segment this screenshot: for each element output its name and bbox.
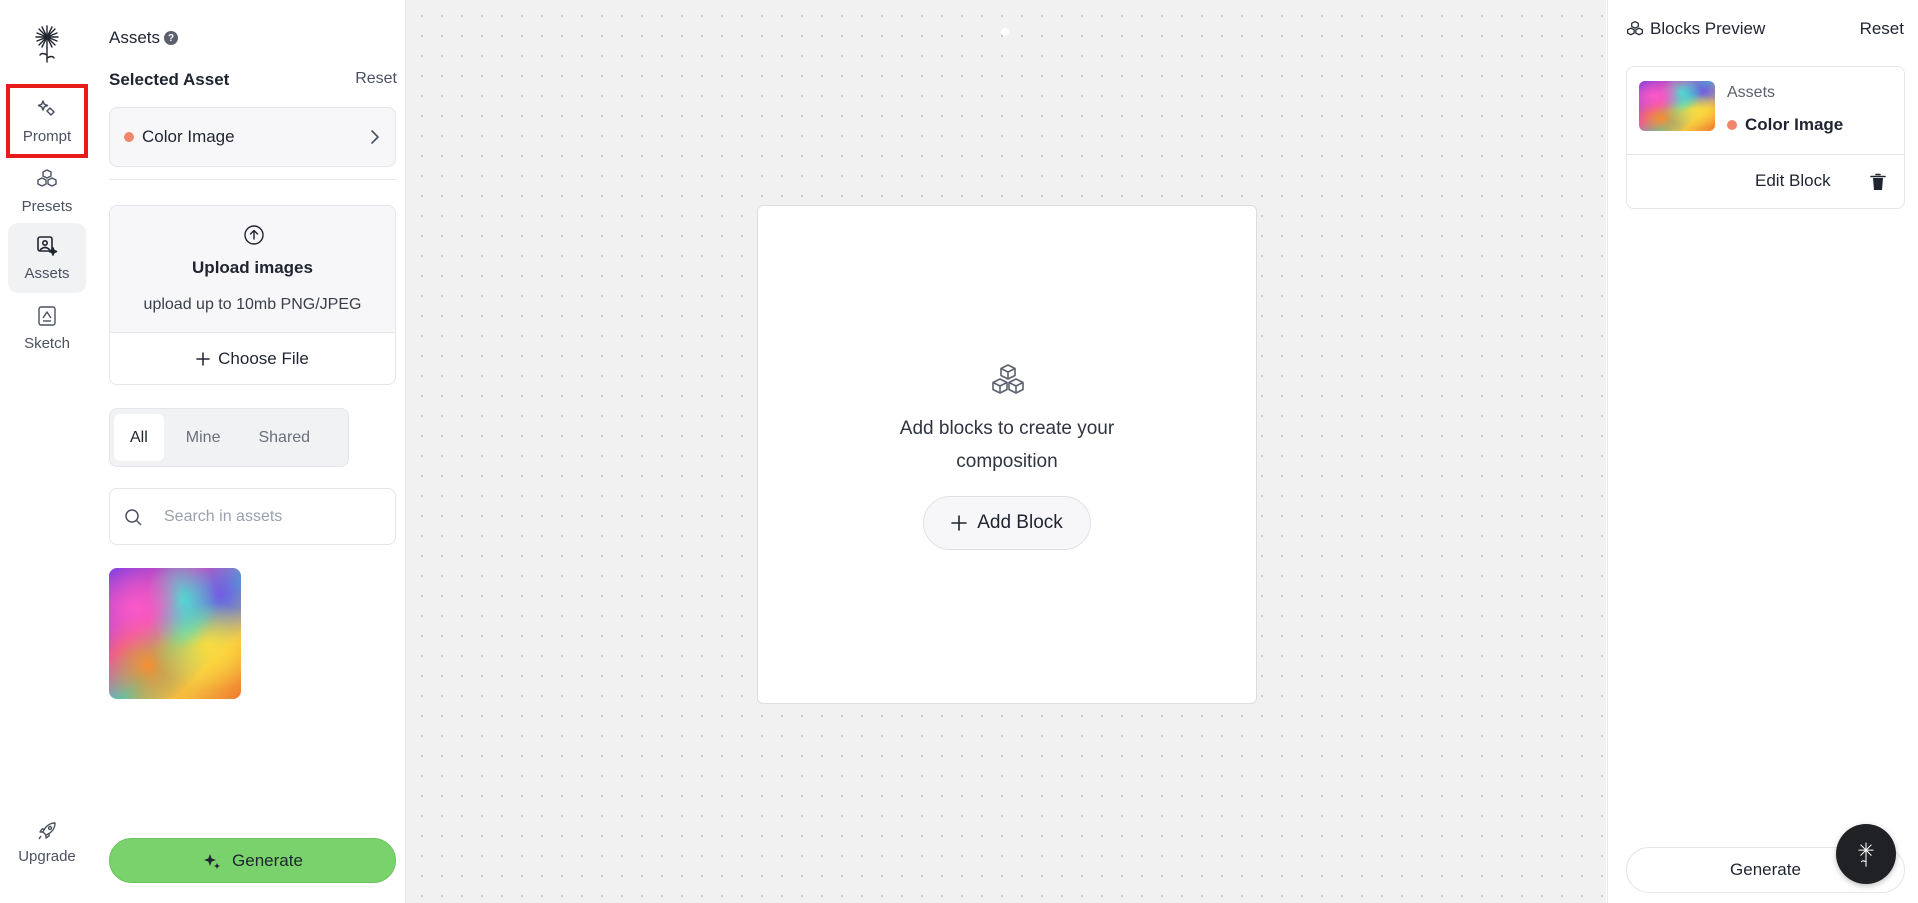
selected-asset-name: Color Image (142, 127, 235, 146)
panel-title-text: Assets (109, 28, 161, 47)
tab-all[interactable]: All (114, 414, 164, 461)
asset-thumbnail[interactable] (109, 568, 241, 699)
composition-frame[interactable]: Add blocks to create your composition Ad… (757, 205, 1257, 704)
image-sparkle-icon (37, 235, 58, 256)
chevron-right-icon (371, 130, 379, 144)
asset-status-dot (1727, 120, 1737, 130)
search-input[interactable] (164, 507, 381, 526)
edit-block-button[interactable]: Edit Block (1755, 171, 1831, 191)
help-icon[interactable]: ? (164, 31, 179, 45)
upgrade-label: Upgrade (18, 848, 76, 865)
upload-dropzone[interactable]: Upload images upload up to 10mb PNG/JPEG… (109, 205, 396, 385)
rail-label-assets: Assets (24, 264, 70, 282)
sparkles-icon (204, 853, 221, 869)
asset-search (109, 488, 396, 545)
blocks-preview-header: Blocks Preview (1626, 19, 1765, 39)
rocket-icon (38, 822, 56, 840)
generate-preview-label: Generate (1730, 860, 1801, 879)
brand-logo-icon (1858, 842, 1874, 867)
block-name-row: Color Image (1727, 115, 1843, 135)
assets-panel: Assets ? Selected Asset Reset Color Imag… (95, 0, 406, 903)
icon-rail: Prompt Presets Assets Sketch Upgrade (0, 0, 95, 903)
asset-status-dot (124, 132, 134, 142)
sparkle-wand-icon (37, 99, 55, 116)
rail-item-assets[interactable]: Assets (8, 223, 86, 293)
blocks-preview-panel: Blocks Preview Reset Assets Color Image … (1607, 0, 1918, 903)
composition-canvas[interactable]: Add blocks to create your composition Ad… (406, 0, 1622, 903)
block-category: Assets (1727, 84, 1776, 101)
add-block-label: Add Block (977, 512, 1063, 533)
rail-item-prompt[interactable]: Prompt (6, 84, 88, 158)
reset-blocks-button[interactable]: Reset (1860, 19, 1904, 39)
search-icon (125, 508, 142, 525)
block-thumbnail (1639, 81, 1715, 131)
rail-label-prompt: Prompt (22, 127, 72, 145)
sketch-icon (38, 305, 56, 326)
choose-file-label: Choose File (218, 348, 309, 368)
plus-icon (951, 515, 968, 531)
block-card-body[interactable]: Assets Color Image (1627, 67, 1904, 155)
assistant-fab[interactable] (1836, 824, 1896, 884)
block-card: Assets Color Image Edit Block (1626, 66, 1905, 209)
tab-shared[interactable]: Shared (242, 414, 326, 461)
generate-button[interactable]: Generate (109, 838, 396, 883)
upload-subtitle: upload up to 10mb PNG/JPEG (143, 296, 362, 313)
plus-icon (196, 351, 210, 366)
upload-icon (244, 225, 264, 245)
asset-filter-tabs: All Mine Shared (109, 408, 349, 467)
brand-logo[interactable] (30, 22, 64, 64)
panel-title: Assets ? (109, 28, 179, 48)
selected-asset-heading: Selected Asset (109, 70, 230, 89)
trash-icon[interactable] (1870, 173, 1886, 191)
rail-item-sketch[interactable]: Sketch (8, 293, 86, 363)
empty-state-text: Add blocks to create your composition (899, 418, 1115, 472)
rail-label-sketch: Sketch (24, 334, 70, 352)
cubes-icon (992, 364, 1024, 394)
reset-selected-button[interactable]: Reset (355, 70, 397, 88)
add-block-button[interactable]: Add Block (923, 496, 1091, 550)
cubes-icon (37, 168, 57, 187)
divider (109, 179, 396, 180)
upgrade-button[interactable]: Upgrade (8, 820, 86, 880)
canvas-indicator (1001, 28, 1009, 36)
choose-file-button[interactable]: Choose File (110, 332, 395, 384)
cubes-icon (1627, 21, 1643, 36)
rail-item-presets[interactable]: Presets (8, 156, 86, 226)
selected-asset-card[interactable]: Color Image (109, 107, 396, 167)
rail-label-presets: Presets (21, 197, 73, 215)
block-name: Color Image (1745, 115, 1844, 134)
upload-title: Upload images (192, 258, 313, 277)
blocks-preview-title: Blocks Preview (1650, 19, 1766, 38)
generate-label: Generate (232, 850, 303, 870)
tab-mine[interactable]: Mine (170, 414, 237, 461)
